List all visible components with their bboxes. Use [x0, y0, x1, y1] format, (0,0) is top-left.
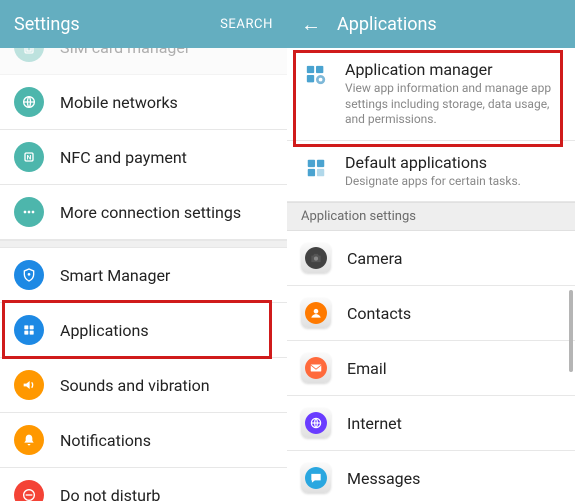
settings-item-dnd[interactable]: Do not disturb — [0, 468, 287, 501]
globe-icon — [14, 87, 44, 117]
app-item-label: Messages — [347, 469, 420, 488]
settings-item-sim[interactable]: SIM card manager — [0, 48, 287, 75]
svg-text:N: N — [27, 154, 32, 162]
app-item-contacts[interactable]: Contacts — [287, 286, 575, 341]
email-app-icon — [301, 353, 331, 383]
card-subtitle: Designate apps for certain tasks. — [345, 174, 561, 190]
highlight-app-manager — [293, 50, 563, 147]
section-divider — [0, 240, 287, 248]
settings-item-mobile[interactable]: Mobile networks — [0, 75, 287, 130]
sound-icon — [14, 370, 44, 400]
settings-item-label: Notifications — [60, 431, 151, 450]
settings-item-notif[interactable]: Notifications — [0, 413, 287, 468]
sim-icon — [14, 48, 44, 62]
scrollbar[interactable] — [569, 290, 573, 372]
app-item-camera[interactable]: Camera — [287, 231, 575, 286]
app-item-label: Camera — [347, 249, 402, 268]
internet-app-icon — [301, 408, 331, 438]
settings-title: Settings — [14, 14, 220, 35]
shield-icon — [14, 260, 44, 290]
etc-icon — [14, 197, 44, 227]
back-icon[interactable]: ← — [301, 14, 321, 34]
applications-title: Applications — [337, 14, 561, 35]
settings-item-label: Do not disturb — [60, 486, 160, 501]
highlight-applications — [2, 300, 272, 359]
card-title: Default applications — [345, 153, 561, 172]
settings-item-label: Sounds and vibration — [60, 376, 210, 395]
grid-icon — [301, 153, 331, 183]
settings-item-nfc[interactable]: N NFC and payment — [0, 130, 287, 185]
applications-header: ← Applications — [287, 0, 575, 48]
settings-item-label: Mobile networks — [60, 93, 178, 112]
settings-item-label: SIM card manager — [60, 48, 190, 57]
app-item-internet[interactable]: Internet — [287, 396, 575, 451]
settings-item-label: More connection settings — [60, 203, 241, 222]
settings-item-label: NFC and payment — [60, 148, 187, 167]
app-item-label: Contacts — [347, 304, 411, 323]
section-header-app-settings: Application settings — [287, 202, 575, 231]
camera-app-icon — [301, 243, 331, 273]
app-item-email[interactable]: Email — [287, 341, 575, 396]
settings-item-label: Smart Manager — [60, 266, 170, 285]
dnd-icon — [14, 480, 44, 501]
messages-app-icon — [301, 463, 331, 493]
search-button[interactable]: SEARCH — [220, 17, 273, 32]
app-item-messages[interactable]: Messages — [287, 451, 575, 501]
nfc-icon: N — [14, 142, 44, 172]
settings-header: Settings SEARCH — [0, 0, 287, 48]
card-default-apps[interactable]: Default applications Designate apps for c… — [287, 141, 575, 203]
app-item-label: Internet — [347, 414, 402, 433]
settings-list[interactable]: SIM card manager Mobile networks N NFC and … — [0, 48, 287, 501]
app-item-label: Email — [347, 359, 387, 378]
settings-item-sounds[interactable]: Sounds and vibration — [0, 358, 287, 413]
settings-pane: Settings SEARCH SIM card manager Mobile n… — [0, 0, 287, 501]
applications-pane: ← Applications Application managerView a… — [287, 0, 575, 501]
contacts-app-icon — [301, 298, 331, 328]
settings-item-more-conn[interactable]: More connection settings — [0, 185, 287, 240]
settings-item-smart[interactable]: Smart Manager — [0, 248, 287, 303]
bell-icon — [14, 425, 44, 455]
